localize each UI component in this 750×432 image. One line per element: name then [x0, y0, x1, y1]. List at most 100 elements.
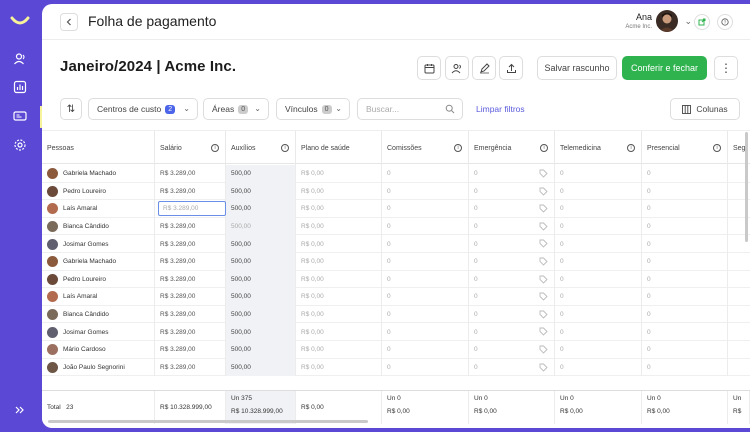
salary-cell[interactable]: R$ 3.289,00 — [155, 288, 226, 306]
col-header-health[interactable]: Plano de saúde — [296, 131, 382, 165]
expand-icon[interactable] — [11, 401, 29, 419]
aux-cell[interactable]: 500,00 — [226, 165, 296, 183]
health-cell[interactable]: R$ 0,00 — [296, 200, 382, 218]
presencial-cell[interactable]: 0 — [642, 217, 728, 236]
tag-icon[interactable] — [539, 169, 548, 178]
salary-cell[interactable]: R$ 3.289,00 — [155, 323, 226, 341]
aux-cell[interactable]: 500,00 — [226, 305, 296, 324]
aux-cell[interactable]: 500,00 — [226, 182, 296, 201]
tag-icon[interactable] — [539, 275, 548, 284]
avatar[interactable] — [656, 10, 678, 32]
commission-cell[interactable]: 0 — [382, 341, 469, 359]
person-cell[interactable]: João Paulo Segnorini — [42, 358, 155, 377]
person-cell[interactable]: Josimar Gomes — [42, 323, 155, 341]
search-input[interactable]: Buscar... — [357, 98, 463, 120]
col-header-people[interactable]: Pessoas — [42, 131, 155, 165]
telemed-cell[interactable]: 0 — [555, 323, 642, 341]
aux-cell[interactable]: 500,00 — [226, 341, 296, 359]
commission-cell[interactable]: 0 — [382, 288, 469, 306]
gear-icon[interactable] — [11, 136, 29, 154]
edit-button[interactable] — [472, 56, 496, 80]
person-cell[interactable]: Laís Amaral — [42, 288, 155, 306]
person-cell[interactable]: Gabriela Machado — [42, 253, 155, 271]
emergency-cell[interactable]: 0 — [469, 200, 555, 218]
col-header-presencial[interactable]: Presencial i — [642, 131, 728, 165]
aux-cell[interactable]: 500,00 — [226, 200, 296, 218]
salary-cell[interactable]: R$ 3.289,00 — [155, 217, 226, 236]
col-header-telemed[interactable]: Telemedicina i — [555, 131, 642, 165]
health-cell[interactable]: R$ 0,00 — [296, 341, 382, 359]
chevron-down-icon[interactable]: ⌄ — [684, 16, 692, 27]
col-header-emergency[interactable]: Emergência i — [469, 131, 555, 165]
commission-cell[interactable]: 0 — [382, 323, 469, 341]
emergency-cell[interactable]: 0 — [469, 235, 555, 253]
emergency-cell[interactable]: 0 — [469, 270, 555, 289]
telemed-cell[interactable]: 0 — [555, 341, 642, 359]
col-header-aux[interactable]: Auxílios i — [226, 131, 296, 165]
horizontal-scrollbar[interactable] — [48, 420, 368, 423]
presencial-cell[interactable]: 0 — [642, 165, 728, 183]
salary-cell[interactable]: R$ 3.289,00 — [155, 270, 226, 289]
telemed-cell[interactable]: 0 — [555, 165, 642, 183]
presencial-cell[interactable]: 0 — [642, 341, 728, 359]
col-header-commission[interactable]: Comissões i — [382, 131, 469, 165]
calendar-button[interactable] — [417, 56, 441, 80]
person-cell[interactable]: Bianca Cândido — [42, 305, 155, 324]
tag-icon[interactable] — [539, 327, 548, 337]
payroll-icon[interactable] — [11, 107, 29, 125]
aux-cell[interactable]: 500,00 — [226, 288, 296, 306]
bonds-filter[interactable]: Vínculos 0 ⌄ — [276, 98, 350, 120]
people-button[interactable] — [445, 56, 469, 80]
info-icon[interactable]: i — [281, 144, 289, 152]
salary-cell[interactable]: R$ 3.289,00 — [155, 341, 226, 359]
telemed-cell[interactable]: 0 — [555, 305, 642, 324]
tag-icon[interactable] — [539, 363, 548, 372]
telemed-cell[interactable]: 0 — [555, 253, 642, 271]
more-options-icon[interactable]: ⋮ — [714, 56, 738, 80]
health-cell[interactable]: R$ 0,00 — [296, 165, 382, 183]
info-icon[interactable]: i — [211, 144, 219, 152]
chart-icon[interactable] — [11, 78, 29, 96]
share-icon[interactable] — [694, 14, 710, 30]
health-cell[interactable]: R$ 0,00 — [296, 358, 382, 377]
salary-cell[interactable]: R$ 3.289,00 — [155, 358, 226, 377]
health-cell[interactable]: R$ 0,00 — [296, 288, 382, 306]
confirm-close-button[interactable]: Conferir e fechar — [622, 56, 707, 80]
emergency-cell[interactable]: 0 — [469, 341, 555, 359]
person-cell[interactable]: Pedro Loureiro — [42, 182, 155, 201]
back-button[interactable] — [60, 13, 78, 31]
person-cell[interactable]: Mário Cardoso — [42, 341, 155, 359]
health-cell[interactable]: R$ 0,00 — [296, 323, 382, 341]
telemed-cell[interactable]: 0 — [555, 358, 642, 377]
salary-cell[interactable]: R$ 3.289,00 — [155, 235, 226, 253]
salary-cell[interactable]: R$ 3.289,00 — [155, 182, 226, 201]
salary-edit-input[interactable]: R$ 3.289,00 — [158, 201, 226, 217]
commission-cell[interactable]: 0 — [382, 217, 469, 236]
commission-cell[interactable]: 0 — [382, 235, 469, 253]
telemed-cell[interactable]: 0 — [555, 182, 642, 201]
people-icon[interactable] — [11, 50, 29, 68]
tag-icon[interactable] — [539, 345, 548, 354]
info-icon[interactable]: i — [713, 144, 721, 152]
health-cell[interactable]: R$ 0,00 — [296, 253, 382, 271]
vertical-scrollbar[interactable] — [745, 132, 748, 242]
presencial-cell[interactable]: 0 — [642, 235, 728, 253]
presencial-cell[interactable]: 0 — [642, 200, 728, 218]
presencial-cell[interactable]: 0 — [642, 323, 728, 341]
telemed-cell[interactable]: 0 — [555, 235, 642, 253]
health-cell[interactable]: R$ 0,00 — [296, 217, 382, 236]
health-cell[interactable]: R$ 0,00 — [296, 305, 382, 324]
emergency-cell[interactable]: 0 — [469, 165, 555, 183]
help-icon[interactable]: ? — [717, 14, 733, 30]
health-cell[interactable]: R$ 0,00 — [296, 182, 382, 201]
commission-cell[interactable]: 0 — [382, 305, 469, 324]
emergency-cell[interactable]: 0 — [469, 323, 555, 341]
person-cell[interactable]: Pedro Loureiro — [42, 270, 155, 289]
person-cell[interactable]: Gabriela Machado — [42, 165, 155, 183]
info-icon[interactable]: i — [627, 144, 635, 152]
person-cell[interactable]: Josimar Gomes — [42, 235, 155, 253]
tag-icon[interactable] — [539, 222, 548, 231]
sort-icon[interactable]: ⇅ — [60, 98, 82, 120]
tag-icon[interactable] — [539, 257, 548, 266]
emergency-cell[interactable]: 0 — [469, 217, 555, 236]
